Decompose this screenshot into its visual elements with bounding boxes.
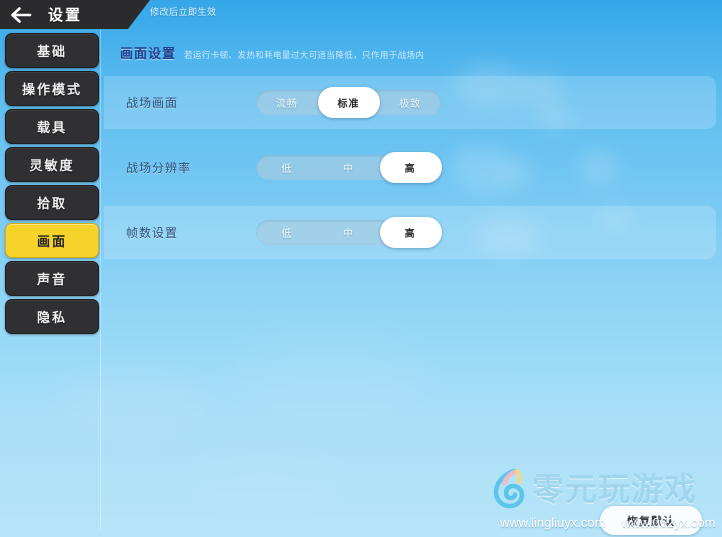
segment-option-1[interactable]: 中 — [318, 220, 380, 245]
segment-option-2[interactable]: 极致 — [379, 90, 441, 115]
sidebar-item-label: 基础 — [36, 44, 67, 59]
segment-option-1[interactable]: 标准 — [318, 90, 380, 115]
restore-defaults-button[interactable]: 恢复默认 — [600, 506, 702, 535]
sidebar-item-graphics[interactable]: 画面 — [5, 223, 99, 258]
section-header: 画面设置 若运行卡顿、发热和耗电量过大可适当降低，只作用于战场内 — [120, 43, 424, 62]
sidebar-item-label: 拾取 — [36, 196, 67, 211]
segmented-control-battlefield-quality[interactable]: 流畅 标准 极致 — [256, 87, 441, 118]
segment-option-1[interactable]: 中 — [318, 155, 380, 180]
restore-defaults-label: 恢复默认 — [627, 515, 675, 528]
setting-row-framerate: 帧数设置 低 中 高 — [104, 206, 716, 259]
back-arrow-icon — [11, 6, 32, 23]
sidebar-item-label: 画面 — [36, 234, 67, 249]
sidebar-item-controls[interactable]: 操作模式 — [5, 71, 99, 106]
setting-row-battlefield-quality: 战场画面 流畅 标准 极致 — [104, 76, 716, 129]
setting-label: 战场分辨率 — [126, 161, 192, 175]
sidebar-item-privacy[interactable]: 隐私 — [5, 299, 99, 334]
sidebar-item-label: 载具 — [36, 120, 67, 135]
sidebar-divider — [100, 30, 101, 530]
settings-screen: 设置 修改后立即生效 基础 操作模式 载具 灵敏度 拾取 画面 声音 隐私 画面… — [0, 0, 722, 537]
setting-label: 帧数设置 — [126, 226, 179, 240]
segment-option-0[interactable]: 流畅 — [256, 90, 318, 115]
segment-option-0[interactable]: 低 — [256, 220, 318, 245]
sidebar-item-pickup[interactable]: 拾取 — [5, 185, 99, 220]
section-title: 画面设置 — [120, 46, 177, 61]
sidebar-item-label: 灵敏度 — [29, 158, 75, 173]
sidebar-item-sound[interactable]: 声音 — [5, 261, 99, 296]
sidebar-item-label: 操作模式 — [21, 82, 82, 97]
segment-option-2[interactable]: 高 — [379, 155, 441, 180]
settings-content: 画面设置 若运行卡顿、发热和耗电量过大可适当降低，只作用于战场内 战场画面 流畅… — [104, 33, 722, 537]
sidebar-item-sensitivity[interactable]: 灵敏度 — [5, 147, 99, 182]
segment-option-2[interactable]: 高 — [379, 220, 441, 245]
sidebar-item-vehicles[interactable]: 载具 — [5, 109, 99, 144]
segmented-control-framerate[interactable]: 低 中 高 — [256, 217, 442, 248]
setting-label: 战场画面 — [126, 96, 179, 110]
sidebar-item-basic[interactable]: 基础 — [5, 33, 99, 68]
page-title: 设置 — [48, 7, 83, 24]
setting-row-resolution: 战场分辨率 低 中 高 — [104, 141, 716, 194]
apply-immediately-hint: 修改后立即生效 — [150, 7, 217, 17]
sidebar-item-label: 隐私 — [36, 310, 67, 325]
back-button[interactable] — [0, 0, 42, 29]
segment-option-0[interactable]: 低 — [256, 155, 318, 180]
section-description: 若运行卡顿、发热和耗电量过大可适当降低，只作用于战场内 — [184, 50, 425, 60]
segmented-control-resolution[interactable]: 低 中 高 — [256, 152, 442, 183]
title-bar-content: 设置 — [0, 0, 150, 29]
sidebar-item-label: 声音 — [36, 272, 67, 287]
